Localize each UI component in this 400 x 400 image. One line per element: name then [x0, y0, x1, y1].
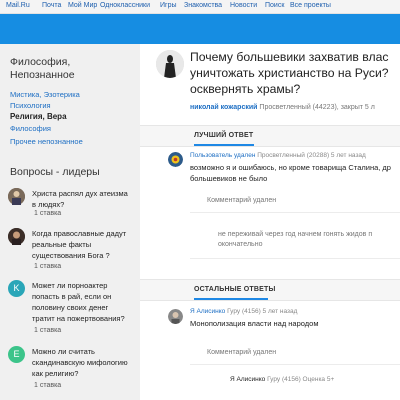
nav-mailru[interactable]: Mail.Ru: [6, 2, 30, 9]
best-answer-avatar[interactable]: [168, 152, 183, 167]
question-author-avatar[interactable]: [156, 50, 184, 78]
question-title: Почему большевики захватив влас уничтожа…: [190, 50, 389, 96]
avatar: [8, 188, 25, 205]
comment-deleted-1: Комментарий удален: [207, 197, 277, 204]
avatar: [8, 228, 25, 245]
section-underline: [194, 298, 268, 300]
leaders-title: Вопросы - лидеры: [10, 166, 100, 178]
leader-question-text[interactable]: Когда православные дадут реальные факты …: [32, 228, 136, 261]
other-answers-label: ОСТАЛЬНЫЕ ОТВЕТЫ: [194, 286, 276, 293]
nav-all-projects[interactable]: Все проекты: [290, 2, 331, 9]
answer-author[interactable]: Я Алисинко: [230, 376, 265, 383]
stake-count: 1 ставка: [34, 210, 62, 217]
sidebar-link-mistika[interactable]: Мистика, Эзотерика: [10, 90, 80, 99]
sidebar: Философия, Непознанное Мистика, Эзотерик…: [0, 44, 140, 400]
best-answer-meta: Пользователь удален Просветленный (20288…: [190, 152, 366, 159]
sidebar-link-psihologiya[interactable]: Психология: [10, 101, 51, 110]
answer-avatar[interactable]: [168, 309, 183, 324]
best-answer-author[interactable]: Пользователь удален: [190, 152, 255, 159]
category-title: Философия, Непознанное: [10, 56, 75, 81]
top-navigation: Mail.Ru Почта Мой Мир Одноклассники Игры…: [0, 0, 400, 14]
nav-igry[interactable]: Игры: [160, 2, 177, 9]
answer-text: Монополизация власти над народом: [190, 319, 319, 328]
answer-author[interactable]: Я Алисинко: [190, 308, 225, 315]
sidebar-link-filosofiya[interactable]: Философия: [10, 124, 51, 133]
nav-poisk[interactable]: Поиск: [265, 2, 284, 9]
sidebar-link-religiya[interactable]: Религия, Вера: [10, 112, 67, 121]
stake-count: 1 ставка: [34, 263, 62, 270]
nav-novosti[interactable]: Новости: [230, 2, 257, 9]
section-underline: [194, 144, 254, 146]
nav-pochta[interactable]: Почта: [42, 2, 61, 9]
leader-question-text[interactable]: Христа распял дух атеизма в людях?: [32, 188, 136, 210]
leader-question-text[interactable]: Можно ли считать скандинавскую мифологию…: [32, 346, 136, 379]
divider: [190, 364, 400, 365]
best-answer-band: ЛУЧШИЙ ОТВЕТ: [140, 125, 400, 147]
question-author-line: николай кожарский Просветленный (44223),…: [190, 104, 375, 111]
question-author-meta: Просветленный (44223), закрыт 5 л: [259, 104, 375, 111]
other-answers-band: ОСТАЛЬНЫЕ ОТВЕТЫ: [140, 279, 400, 301]
leader-question-text[interactable]: Может ли порноактер попасть в рай, если …: [32, 280, 136, 324]
answer-meta: Я Алисинко Гуру (4156) Оценка 5+: [230, 376, 335, 383]
nav-odnoklassniki[interactable]: Одноклассники: [100, 2, 150, 9]
site-header-bar: [0, 14, 400, 44]
comment-deleted-2: Комментарий удален: [207, 349, 277, 356]
avatar: K: [8, 280, 25, 297]
best-answer-reply: не переживай через год начнем гонять жид…: [218, 231, 373, 248]
divider: [190, 258, 400, 259]
nav-moy-mir[interactable]: Мой Мир: [68, 2, 97, 9]
avatar: E: [8, 346, 25, 363]
question-author-name[interactable]: николай кожарский: [190, 104, 257, 111]
sidebar-link-prochee[interactable]: Прочее непознанное: [10, 137, 83, 146]
nav-znakomstva[interactable]: Знакомства: [184, 2, 222, 9]
divider: [190, 212, 400, 213]
stake-count: 1 ставка: [34, 327, 62, 334]
main-content: [140, 44, 400, 400]
best-answer-label: ЛУЧШИЙ ОТВЕТ: [194, 132, 254, 139]
answer-meta: Я Алисинко Гуру (4156) 5 лет назад: [190, 308, 298, 315]
stake-count: 1 ставка: [34, 382, 62, 389]
best-answer-text: возможно я и ошибаюсь, но кроме товарища…: [190, 163, 391, 183]
